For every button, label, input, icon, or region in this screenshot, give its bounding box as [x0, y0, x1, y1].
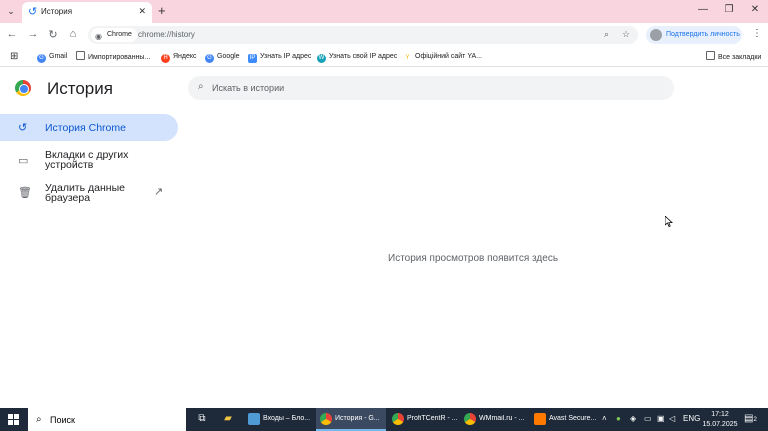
chip-label: Chrome	[107, 31, 132, 38]
close-window-button[interactable]: ✕	[748, 4, 762, 15]
task-view-icon[interactable]: ⧉	[196, 413, 208, 425]
ip-icon: IP	[248, 54, 257, 63]
apps-icon[interactable]: ⊞	[10, 51, 18, 62]
back-icon[interactable]: ←	[5, 28, 19, 40]
network-icon[interactable]: ▣	[657, 414, 665, 423]
search-icon: ⌕	[36, 414, 42, 425]
bookmark-gmail[interactable]: G Gmail	[37, 51, 67, 63]
taskbar-app-chrome-history[interactable]: История - G...	[316, 408, 386, 431]
avatar	[650, 29, 662, 41]
url-text[interactable]: chrome://history	[138, 30, 195, 39]
forward-icon[interactable]: →	[26, 28, 40, 40]
clock[interactable]: 17:12 15.07.2025	[700, 410, 740, 430]
language-indicator[interactable]: ENG	[683, 414, 700, 423]
profile-button[interactable]: Подтвердить личность	[646, 26, 742, 44]
search-icon: ⌕	[198, 81, 204, 92]
sidebar-item-other-devices[interactable]: ▭ Вкладки с других устройств	[0, 146, 178, 174]
maximize-button[interactable]: ❐	[722, 4, 736, 15]
chrome-logo-icon	[15, 80, 31, 96]
taskbar-app-avast[interactable]: Avast Secure...	[530, 408, 600, 431]
tab-search-icon[interactable]: ⌄	[4, 4, 18, 18]
sidebar-item-label: История Chrome	[45, 122, 126, 134]
all-bookmarks[interactable]: Все закладки	[706, 51, 761, 63]
history-search[interactable]: ⌕	[188, 76, 674, 100]
google-icon: G	[37, 54, 46, 63]
history-icon: ↺	[18, 122, 28, 134]
file-explorer-icon[interactable]: ▰	[222, 413, 234, 425]
mail-icon	[248, 413, 260, 425]
bookmark-ip[interactable]: IP Узнать IP адрес	[248, 51, 311, 63]
battery-icon[interactable]: ▭	[644, 414, 652, 423]
sidebar-item-history[interactable]: ↺ История Chrome	[0, 114, 178, 141]
page-title: История	[47, 79, 113, 98]
taskbar-app-mail[interactable]: Входы – Бло...	[244, 408, 314, 431]
close-tab-icon[interactable]: ✕	[138, 6, 146, 17]
taskbar-search-label: Поиск	[50, 415, 75, 425]
site-info-chip[interactable]: ◉ Chrome	[91, 28, 137, 42]
trash-icon: 🗑	[18, 187, 32, 199]
bookmark-my-ip[interactable]: W Узнать свой IP адрес	[317, 51, 397, 63]
chrome-icon	[320, 413, 332, 425]
windows-start-icon[interactable]	[8, 414, 19, 425]
notification-count: 2	[753, 417, 757, 423]
external-link-icon: ↗	[154, 186, 164, 198]
address-bar[interactable]: ◉ Chrome chrome://history ⌕ ☆	[88, 26, 638, 44]
tray-expand-icon[interactable]: ˄	[602, 414, 607, 423]
taskbar-app-profitcentr[interactable]: ProfiTCentR - ...	[388, 408, 458, 431]
star-icon[interactable]: ☆	[622, 29, 630, 40]
tray-app-icon[interactable]: ●	[616, 414, 621, 423]
folder-icon	[706, 51, 715, 60]
sidebar-item-clear-data[interactable]: 🗑 Удалить данные браузера ↗	[0, 180, 178, 208]
history-page: История ⌕ ↺ История Chrome ▭ Вкладки с д…	[0, 68, 768, 408]
clock-date: 15.07.2025	[702, 421, 738, 428]
bookmark-folder-imported[interactable]: Импортированны...	[76, 51, 150, 63]
bookmark-yandex[interactable]: Я Яндекс	[161, 51, 197, 63]
sidebar-item-label: Удалить данные браузера	[45, 182, 125, 204]
taskbar-search[interactable]: ⌕ Поиск	[28, 408, 186, 431]
profile-label: Подтвердить личность	[666, 31, 740, 38]
taskbar-app-wmmail[interactable]: WMmail.ru - ...	[460, 408, 530, 431]
devices-icon: ▭	[18, 155, 29, 167]
home-icon[interactable]: ⌂	[66, 28, 80, 40]
chrome-icon: ◉	[95, 32, 102, 41]
clock-time: 17:12	[711, 411, 729, 418]
tray-security-icon[interactable]: ◈	[630, 414, 636, 423]
reload-icon[interactable]: ↻	[46, 28, 60, 41]
search-input[interactable]	[212, 76, 652, 100]
menu-icon[interactable]: ⋮	[752, 28, 762, 39]
new-tab-button[interactable]: +	[158, 3, 166, 18]
bookmark-official[interactable]: Y Офіційний сайт YA...	[403, 51, 482, 63]
y-icon: Y	[405, 55, 410, 61]
history-icon: ↺	[28, 6, 38, 18]
notifications-icon[interactable]: ▤2	[744, 413, 757, 424]
bookmarks-bar: ⊞ G Gmail Импортированны... Я Яндекс G Goog…	[0, 47, 768, 67]
yandex-icon: Я	[161, 54, 170, 63]
tab-title: История	[41, 7, 73, 16]
w-icon: W	[317, 54, 326, 63]
tab-history[interactable]: ↺ История ✕	[22, 2, 152, 23]
minimize-button[interactable]: —	[696, 4, 710, 15]
toolbar: ← → ↻ ⌂ ◉ Chrome chrome://history ⌕ ☆ По…	[0, 23, 768, 47]
bookmark-google[interactable]: G Google	[205, 51, 240, 63]
empty-history-message: История просмотров появится здесь	[388, 253, 559, 264]
google-icon: G	[205, 54, 214, 63]
sidebar-item-label: Вкладки с других устройств	[45, 149, 129, 171]
chrome-icon	[392, 413, 404, 425]
chrome-icon	[464, 413, 476, 425]
zoom-icon[interactable]: ⌕	[604, 29, 609, 40]
tab-strip: ⌄ ↺ История ✕ + — ❐ ✕	[0, 0, 768, 23]
folder-icon	[76, 51, 85, 60]
avast-icon	[534, 413, 546, 425]
volume-icon[interactable]: ◁	[669, 414, 675, 423]
taskbar: ⌕ Поиск ⧉ ▰ Входы – Бло... История - G..…	[0, 408, 768, 431]
